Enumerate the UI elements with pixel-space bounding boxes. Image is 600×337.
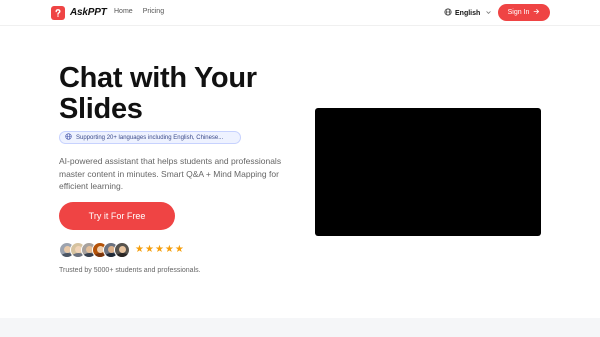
main-nav: Home Pricing bbox=[114, 8, 164, 15]
header: AskPPT Home Pricing English Sign In bbox=[0, 0, 600, 26]
star-icon: ★ bbox=[135, 243, 144, 255]
arrow-right-icon bbox=[533, 8, 540, 17]
nav-home-link[interactable]: Home bbox=[114, 8, 133, 15]
language-selector[interactable]: English bbox=[444, 8, 492, 18]
social-proof: ★ ★ ★ ★ ★ bbox=[59, 241, 184, 258]
brand-logo[interactable]: AskPPT bbox=[51, 5, 107, 20]
brand-name: AskPPT bbox=[70, 7, 107, 18]
question-mark-icon bbox=[51, 5, 65, 20]
globe-icon bbox=[444, 8, 452, 18]
star-icon: ★ bbox=[174, 243, 184, 255]
star-icon: ★ bbox=[154, 243, 164, 255]
trusted-text: Trusted by 5000+ students and profession… bbox=[59, 267, 201, 274]
next-section-band bbox=[0, 318, 600, 337]
hero-title: Chat with Your Slides bbox=[59, 63, 319, 125]
globe-icon bbox=[65, 133, 72, 142]
sign-in-button[interactable]: Sign In bbox=[498, 4, 550, 21]
language-label: English bbox=[455, 9, 481, 17]
avatar bbox=[114, 241, 130, 258]
languages-badge-text: Supporting 20+ languages including Engli… bbox=[76, 134, 224, 141]
star-icon: ★ bbox=[144, 243, 154, 255]
sign-in-label: Sign In bbox=[507, 9, 530, 16]
user-avatars bbox=[59, 241, 130, 258]
nav-pricing-link[interactable]: Pricing bbox=[143, 8, 164, 15]
chevron-down-icon bbox=[485, 9, 492, 18]
star-icon: ★ bbox=[164, 243, 174, 255]
hero-description: AI-powered assistant that helps students… bbox=[59, 156, 282, 191]
hero-title-line-1: Chat with Your bbox=[59, 62, 257, 94]
hero-title-line-2: Slides bbox=[59, 93, 143, 125]
header-divider bbox=[0, 25, 600, 26]
languages-badge: Supporting 20+ languages including Engli… bbox=[59, 131, 241, 144]
demo-video-player[interactable] bbox=[315, 108, 541, 236]
try-free-button[interactable]: Try it For Free bbox=[59, 202, 175, 230]
rating-stars: ★ ★ ★ ★ ★ bbox=[135, 243, 184, 255]
